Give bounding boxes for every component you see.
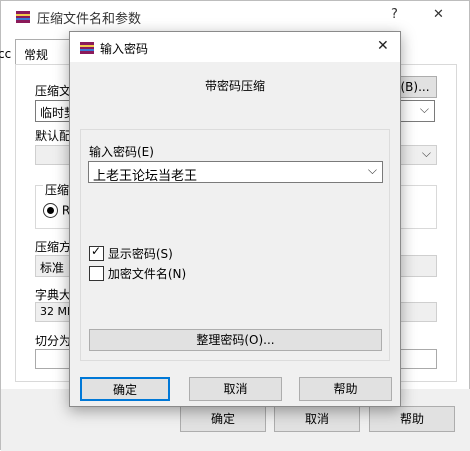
bg-cancel-button-label: 取消 [304, 412, 329, 426]
chevron-down-icon: ⌵ [421, 146, 431, 160]
bg-help-button[interactable]: 帮助 [369, 406, 455, 432]
checkbox-checked-icon: ✓ [89, 244, 104, 261]
organize-passwords-label: 整理密码(O)... [196, 333, 275, 347]
bg-cancel-button[interactable]: 取消 [274, 406, 360, 432]
bg-left-text: cc [0, 47, 12, 61]
dialog-help-label: 帮助 [333, 382, 358, 396]
checkbox-empty-icon [89, 266, 104, 281]
bg-help-icon[interactable]: ? [391, 7, 398, 22]
bg-ok-button-label: 确定 [210, 412, 235, 426]
dialog-app-icon [79, 40, 95, 56]
label-archive-name: 压缩文 [35, 84, 72, 98]
password-value: 上老王论坛当老王 [93, 169, 198, 184]
browse-button-label: (B)... [400, 80, 430, 94]
label-dictionary: 字典大 [35, 288, 72, 302]
label-default-profile: 默认配 [35, 129, 72, 143]
label-method: 压缩方 [35, 240, 72, 254]
dialog-cancel-label: 取消 [223, 382, 248, 396]
bg-help-button-label: 帮助 [399, 412, 424, 426]
bg-ok-button[interactable]: 确定 [180, 406, 266, 432]
method-value: 标准 [40, 261, 65, 275]
dialog-subtitle: 带密码压缩 [204, 79, 265, 93]
password-input[interactable]: 上老王论坛当老王 ⌵ [88, 161, 383, 184]
password-dialog: 输入密码 ✕ 带密码压缩 输入密码(E) 上老王论坛当老王 ⌵ ✓ 显示密码(S… [69, 31, 401, 407]
dialog-ok-button[interactable]: 确定 [80, 377, 170, 401]
encrypt-filenames-checkbox[interactable]: 加密文件名(N) [89, 265, 186, 282]
show-password-checkbox[interactable]: ✓ 显示密码(S) [89, 244, 173, 262]
dialog-ok-label: 确定 [112, 383, 137, 397]
organize-passwords-button[interactable]: 整理密码(O)... [89, 329, 382, 351]
radio-selected-icon [43, 203, 58, 218]
show-password-label: 显示密码(S) [107, 247, 173, 261]
tab-general[interactable]: 常规 [15, 39, 71, 65]
chevron-down-icon[interactable]: ⌵ [368, 163, 377, 178]
chevron-down-icon: ⌵ [419, 102, 429, 116]
bg-title: 压缩文件名和参数 [37, 12, 142, 27]
bg-close-icon[interactable]: ✕ [433, 7, 444, 22]
dialog-cancel-button[interactable]: 取消 [189, 377, 282, 401]
label-split: 切分为 [35, 334, 72, 348]
bg-app-icon [15, 9, 31, 25]
dialog-title: 输入密码 [100, 42, 149, 56]
group-compress-label: 压缩 [43, 181, 72, 198]
encrypt-filenames-label: 加密文件名(N) [107, 267, 187, 281]
password-label: 输入密码(E) [89, 145, 154, 159]
dialog-close-icon[interactable]: ✕ [377, 38, 389, 54]
tab-general-label: 常规 [24, 48, 49, 62]
dialog-help-button[interactable]: 帮助 [299, 377, 392, 401]
